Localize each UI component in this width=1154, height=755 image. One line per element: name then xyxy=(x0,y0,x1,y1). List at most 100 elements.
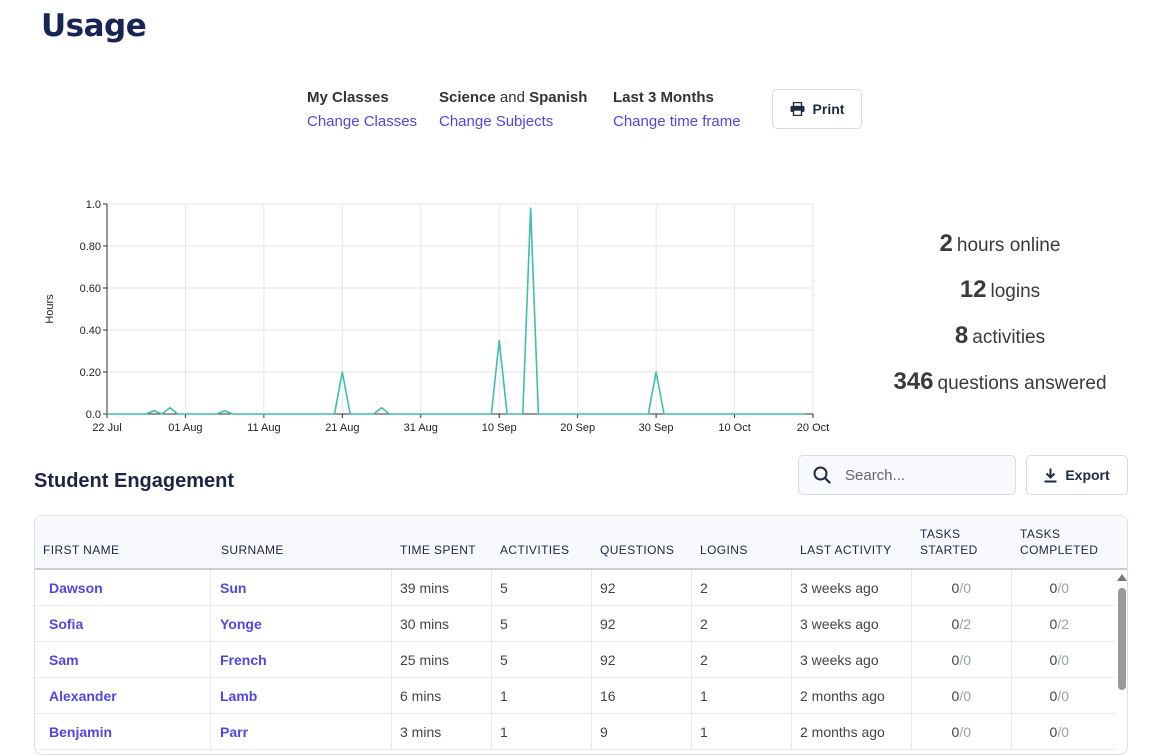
cell-first-name[interactable]: Sam xyxy=(35,642,210,678)
column-time-spent[interactable]: TIME SPENT xyxy=(400,542,476,558)
x-tick-label: 01 Aug xyxy=(168,422,202,434)
table-row[interactable]: Sofia Yonge 30 mins 5 92 2 3 weeks ago 0/2 0/2 xyxy=(35,606,1115,642)
cell-time-spent: 6 mins xyxy=(391,678,491,714)
column-logins[interactable]: LOGINS xyxy=(700,542,748,558)
cell-logins: 2 xyxy=(691,606,791,642)
table-scrollbar[interactable] xyxy=(1115,572,1127,754)
task-count-total: 0 xyxy=(963,688,971,704)
y-tick-label: 0.80 xyxy=(80,241,101,253)
export-button[interactable]: Export xyxy=(1026,455,1128,495)
cell-logins: 1 xyxy=(691,714,791,750)
usage-chart-svg: 0.0 0.20 0.40 0.60 0.80 1.0 22 Jul 01 Aug 11 Aug… xyxy=(44,199,829,434)
cell-activities: 5 xyxy=(491,570,591,606)
table-header: FIRST NAME SURNAME TIME SPENT ACTIVITIES… xyxy=(35,516,1127,570)
cell-first-name[interactable]: Alexander xyxy=(35,678,210,714)
task-count-total: 2 xyxy=(1061,616,1069,632)
cell-first-name[interactable]: Dawson xyxy=(35,570,210,606)
column-last-activity[interactable]: LAST ACTIVITY xyxy=(800,542,892,558)
y-tick-label: 0.60 xyxy=(80,283,101,295)
y-tick-label: 0.40 xyxy=(80,325,101,337)
column-tasks-started[interactable]: TASKS STARTED xyxy=(920,526,978,558)
column-tasks-completed[interactable]: TASKS COMPLETED xyxy=(1020,526,1098,558)
cell-logins: 2 xyxy=(691,642,791,678)
stat-label: logins xyxy=(990,281,1041,302)
y-axis-label: Hours xyxy=(44,294,56,324)
cell-last-activity: 3 weeks ago xyxy=(791,570,911,606)
cell-questions: 92 xyxy=(591,642,691,678)
change-classes-link[interactable]: Change Classes xyxy=(307,112,417,132)
filter-subject-1: Science xyxy=(439,89,496,106)
student-engagement-title: Student Engagement xyxy=(34,470,235,492)
filter-timeframe: Last 3 Months Change time frame xyxy=(613,88,741,132)
stat-questions-answered: 346 questions answered xyxy=(870,366,1130,412)
x-tick-label: 20 Sep xyxy=(560,422,595,434)
column-first-name[interactable]: FIRST NAME xyxy=(43,542,119,558)
column-surname[interactable]: SURNAME xyxy=(221,542,284,558)
search-input[interactable] xyxy=(843,465,993,485)
student-engagement-table: FIRST NAME SURNAME TIME SPENT ACTIVITIES… xyxy=(34,515,1128,755)
cell-activities: 1 xyxy=(491,678,591,714)
search-box[interactable] xyxy=(798,455,1016,495)
search-icon xyxy=(813,466,831,484)
printer-icon xyxy=(790,102,805,116)
scroll-up-arrow-icon[interactable] xyxy=(1117,574,1127,581)
scroll-thumb[interactable] xyxy=(1118,588,1126,690)
cell-last-activity: 2 months ago xyxy=(791,678,911,714)
export-label: Export xyxy=(1065,467,1110,483)
usage-stats: 2 hours online 12 logins 8 activities 346 qu… xyxy=(870,228,1130,412)
table-row[interactable]: Benjamin Parr 3 mins 1 9 1 2 months ago 0/0 0/0 xyxy=(35,714,1115,750)
task-count-total: 2 xyxy=(963,616,971,632)
cell-last-activity: 3 weeks ago xyxy=(791,642,911,678)
y-tick-label: 1.0 xyxy=(86,199,101,211)
cell-time-spent: 30 mins xyxy=(391,606,491,642)
x-tick-label: 20 Oct xyxy=(797,422,829,434)
cell-questions: 9 xyxy=(591,714,691,750)
column-activities[interactable]: ACTIVITIES xyxy=(500,542,569,558)
table-row[interactable]: Sam French 25 mins 5 92 2 3 weeks ago 0/0 0/0 xyxy=(35,642,1115,678)
cell-tasks-completed: 0/0 xyxy=(1011,714,1111,750)
change-subjects-link[interactable]: Change Subjects xyxy=(439,112,587,132)
cell-time-spent: 39 mins xyxy=(391,570,491,606)
cell-activities: 5 xyxy=(491,642,591,678)
task-count-total: 0 xyxy=(1061,688,1069,704)
cell-tasks-completed: 0/0 xyxy=(1011,642,1111,678)
table-row[interactable]: Alexander Lamb 6 mins 1 16 1 2 months ago 0/0 0/… xyxy=(35,678,1115,714)
x-tick-label: 22 Jul xyxy=(92,422,121,434)
task-count-total: 0 xyxy=(963,580,971,596)
task-count-total: 0 xyxy=(1061,724,1069,740)
cell-surname[interactable]: Sun xyxy=(210,570,391,606)
cell-last-activity: 2 months ago xyxy=(791,714,911,750)
x-tick-label: 10 Sep xyxy=(482,422,517,434)
cell-activities: 1 xyxy=(491,714,591,750)
change-timeframe-link[interactable]: Change time frame xyxy=(613,112,741,132)
stat-value: 346 xyxy=(893,368,934,395)
stat-logins: 12 logins xyxy=(870,274,1130,320)
cell-surname[interactable]: French xyxy=(210,642,391,678)
cell-tasks-completed: 0/0 xyxy=(1011,570,1111,606)
cell-time-spent: 3 mins xyxy=(391,714,491,750)
download-icon xyxy=(1044,468,1057,483)
x-tick-label: 11 Aug xyxy=(247,422,280,434)
cell-questions: 16 xyxy=(591,678,691,714)
stat-value: 2 xyxy=(939,230,953,257)
cell-first-name[interactable]: Sofia xyxy=(35,606,210,642)
cell-surname[interactable]: Lamb xyxy=(210,678,391,714)
cell-tasks-started: 0/0 xyxy=(911,570,1011,606)
cell-tasks-started: 0/0 xyxy=(911,678,1011,714)
filter-timeframe-title: Last 3 Months xyxy=(613,89,714,106)
cell-surname[interactable]: Parr xyxy=(210,714,391,750)
cell-first-name[interactable]: Benjamin xyxy=(35,714,210,750)
stat-value: 12 xyxy=(959,276,987,303)
filter-subject-2: Spanish xyxy=(529,89,588,106)
cell-last-activity: 3 weeks ago xyxy=(791,606,911,642)
cell-tasks-completed: 0/0 xyxy=(1011,678,1111,714)
table-row[interactable]: Dawson Sun 39 mins 5 92 2 3 weeks ago 0/0 0/0 xyxy=(35,570,1115,606)
cell-surname[interactable]: Yonge xyxy=(210,606,391,642)
cell-tasks-started: 0/0 xyxy=(911,642,1011,678)
y-tick-label: 0.20 xyxy=(80,367,101,379)
cell-logins: 1 xyxy=(691,678,791,714)
print-button[interactable]: Print xyxy=(772,89,862,129)
column-questions[interactable]: QUESTIONS xyxy=(600,542,674,558)
stat-label: questions answered xyxy=(937,373,1107,394)
x-tick-label: 21 Aug xyxy=(325,422,359,434)
